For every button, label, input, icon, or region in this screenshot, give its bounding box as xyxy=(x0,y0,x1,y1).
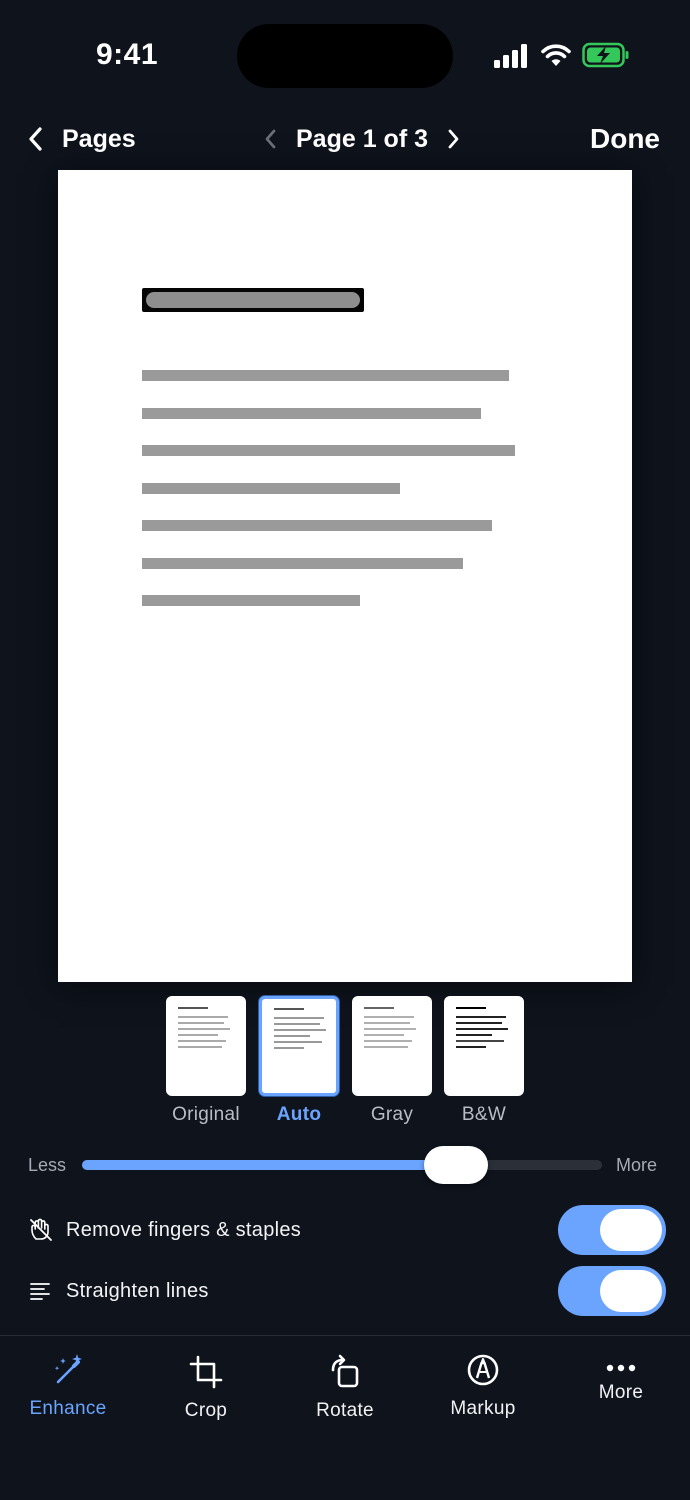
more-tool-button[interactable]: More xyxy=(561,1346,681,1404)
crop-icon xyxy=(189,1355,223,1389)
tool-label: More xyxy=(598,1382,644,1403)
page-indicator-label: Page 1 of 3 xyxy=(296,124,428,153)
slider-more-label: More xyxy=(616,1155,658,1175)
more-dots-icon xyxy=(606,1364,636,1372)
document-title-redacted xyxy=(142,288,364,312)
intensity-slider[interactable] xyxy=(82,1146,602,1184)
previous-page-icon[interactable] xyxy=(262,127,280,151)
hand-slash-icon xyxy=(30,1218,52,1241)
slider-less-label: Less xyxy=(28,1155,67,1175)
battery-charging-icon xyxy=(582,42,629,68)
page-indicator: Page 1 of 3 xyxy=(262,118,462,160)
filter-thumbnail xyxy=(444,996,524,1096)
filter-thumbnail xyxy=(352,996,432,1096)
lines-align-icon xyxy=(30,1283,50,1300)
document-text-line xyxy=(142,520,492,531)
document-text-line xyxy=(142,557,463,569)
next-page-icon[interactable] xyxy=(444,127,462,151)
document-text-line xyxy=(142,445,515,456)
straighten-lines-toggle[interactable] xyxy=(558,1266,666,1316)
enhance-tool-button[interactable]: Enhance xyxy=(8,1352,128,1420)
status-time: 9:41 xyxy=(96,38,159,71)
filter-label: Auto xyxy=(276,1104,322,1125)
tool-label: Markup xyxy=(450,1398,516,1419)
toggle-knob xyxy=(600,1270,662,1312)
cellular-signal-icon xyxy=(494,44,527,68)
back-label: Pages xyxy=(62,124,136,153)
tool-label: Crop xyxy=(184,1400,228,1421)
filter-thumbnail xyxy=(259,996,339,1096)
filter-label: Gray xyxy=(370,1104,414,1125)
filter-bw[interactable]: B&W xyxy=(444,996,524,1126)
markup-pen-icon xyxy=(467,1354,499,1386)
document-text-line xyxy=(142,595,360,606)
document-text-line xyxy=(142,407,481,419)
option-label: Remove fingers & staples xyxy=(66,1218,302,1241)
done-button[interactable]: Done xyxy=(590,118,660,160)
filter-gray[interactable]: Gray xyxy=(352,996,432,1126)
document-text-line xyxy=(142,482,400,494)
wifi-icon xyxy=(541,44,571,66)
option-remove-fingers: Remove fingers & staples xyxy=(28,1205,666,1255)
dynamic-island xyxy=(237,24,453,88)
filter-original[interactable]: Original xyxy=(166,996,246,1126)
tool-label: Rotate xyxy=(316,1400,374,1421)
markup-tool-button[interactable]: Markup xyxy=(423,1352,543,1420)
toggle-knob xyxy=(600,1209,662,1251)
magic-wand-icon xyxy=(54,1354,82,1384)
bottom-toolbar: Enhance Crop Rotate Markup More xyxy=(0,1335,690,1500)
remove-fingers-toggle[interactable] xyxy=(558,1205,666,1255)
filter-label: B&W xyxy=(461,1104,507,1125)
filter-thumbnail xyxy=(166,996,246,1096)
tool-label: Enhance xyxy=(29,1398,107,1419)
slider-thumb[interactable] xyxy=(424,1146,488,1184)
rotate-tool-button[interactable]: Rotate xyxy=(285,1354,405,1422)
rotate-icon xyxy=(331,1354,359,1388)
back-to-pages-button[interactable]: Pages xyxy=(26,118,136,160)
slider-fill xyxy=(82,1160,456,1170)
chevron-left-icon xyxy=(29,127,42,151)
option-label: Straighten lines xyxy=(66,1279,209,1302)
filter-label: Original xyxy=(172,1104,240,1125)
document-page-preview[interactable] xyxy=(58,170,632,982)
document-text-line xyxy=(142,370,509,381)
filter-auto[interactable]: Auto xyxy=(259,996,339,1126)
crop-tool-button[interactable]: Crop xyxy=(146,1354,266,1422)
option-straighten-lines: Straighten lines xyxy=(28,1266,666,1316)
